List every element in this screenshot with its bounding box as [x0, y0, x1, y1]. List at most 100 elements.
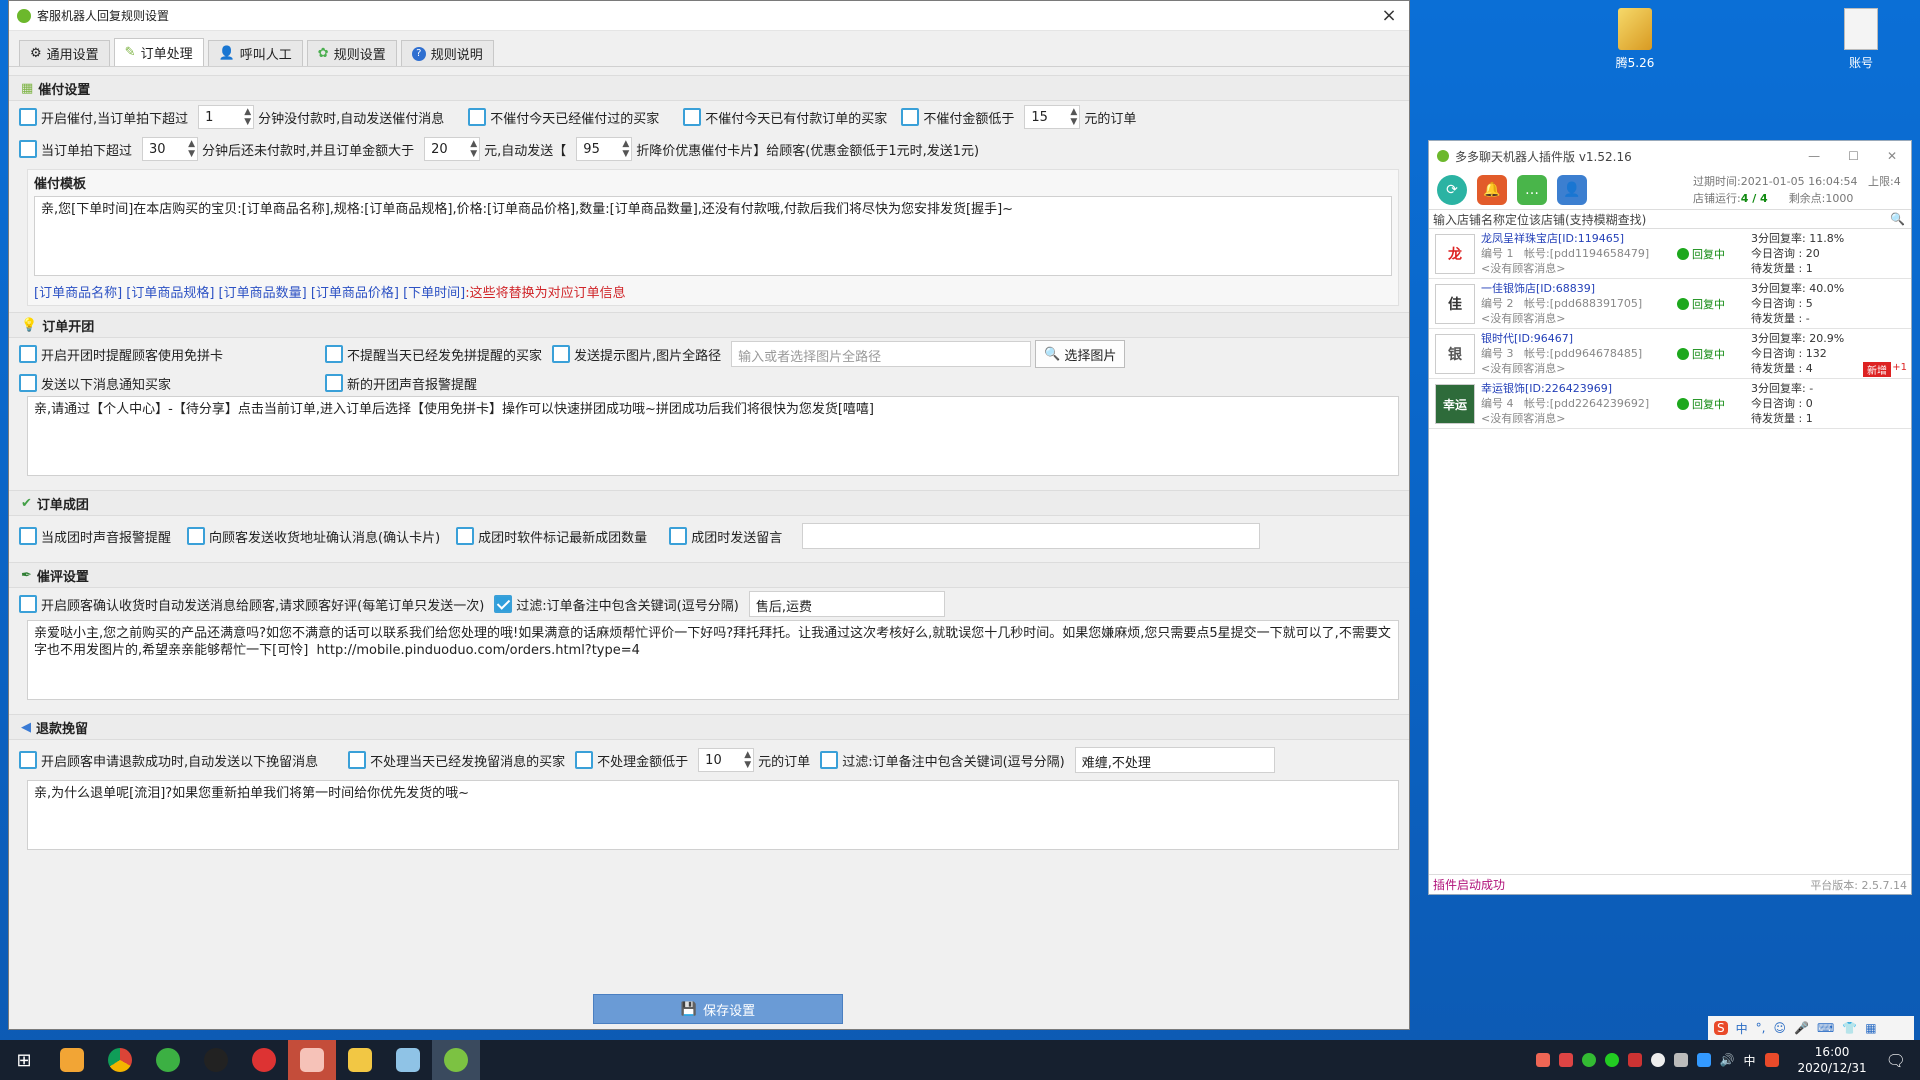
- close-button[interactable]: ×: [1369, 5, 1409, 26]
- checkbox-skip-paid-today[interactable]: [683, 108, 702, 126]
- skin-icon[interactable]: 👕: [1842, 1021, 1857, 1035]
- checkbox-review-request[interactable]: [19, 595, 37, 613]
- tab-help[interactable]: ? 规则说明: [400, 40, 494, 66]
- group-open-message-textarea[interactable]: 亲,请通过【个人中心】-【待分享】点击当前订单,进入订单后选择【使用免拼卡】操作…: [27, 396, 1399, 476]
- shop-search-input[interactable]: 输入店铺名称定位该店铺(支持模糊查找) 🔍: [1429, 209, 1911, 229]
- volume-icon[interactable]: 🔊: [1720, 1053, 1735, 1067]
- checkbox-skip-reminded-today[interactable]: [468, 108, 487, 126]
- taskbar-app[interactable]: [240, 1040, 288, 1080]
- punctuation-icon[interactable]: °,: [1756, 1021, 1766, 1035]
- taskbar-app[interactable]: [384, 1040, 432, 1080]
- search-icon[interactable]: 🔍: [1890, 212, 1905, 226]
- sogou-icon[interactable]: [1764, 1053, 1779, 1067]
- taskbar-app[interactable]: [288, 1040, 336, 1080]
- stepper-arrows-icon[interactable]: ▲ ▼: [744, 750, 751, 770]
- low-amount-stepper[interactable]: 15 ▲ ▼: [1024, 105, 1081, 129]
- taskbar-app[interactable]: [48, 1040, 96, 1080]
- shop-name[interactable]: 银时代[ID:96467]: [1481, 331, 1677, 346]
- desktop-icon-document[interactable]: 账号: [1826, 8, 1896, 71]
- checkbox-enable-pay-reminder[interactable]: [19, 108, 37, 126]
- tab-orders[interactable]: ✎ 订单处理: [113, 38, 204, 66]
- choose-image-button[interactable]: 🔍 选择图片: [1035, 340, 1126, 368]
- tab-general[interactable]: ⚙ 通用设置: [19, 40, 110, 66]
- tray-app-icon[interactable]: [1558, 1053, 1573, 1067]
- checkbox-group-sound[interactable]: [19, 527, 37, 545]
- user-icon[interactable]: 👤: [1557, 175, 1587, 205]
- variable-links[interactable]: [订单商品名称] [订单商品规格] [订单商品数量] [订单商品价格] [下单时…: [34, 286, 465, 301]
- shop-row[interactable]: 幸运 幸运银饰[ID:226423969] 编号 4 帐号:[pdd2264239…: [1429, 379, 1911, 429]
- tab-call-human[interactable]: 👤 呼叫人工: [207, 40, 303, 66]
- checkbox-skip-low-amount[interactable]: [901, 108, 920, 126]
- shop-row[interactable]: 佳 一佳银饰店[ID:68839] 编号 2 帐号:[pdd688391705] <…: [1429, 279, 1911, 329]
- tray-app-icon[interactable]: [1535, 1053, 1550, 1067]
- checkbox-refund-keyword-filter[interactable]: [820, 751, 839, 769]
- review-message-textarea[interactable]: 亲爱哒小主,您之前购买的产品还满意吗?如您不满意的话可以联系我们给您处理的哦!如…: [27, 620, 1399, 700]
- checkbox-skip-free-card-today[interactable]: [325, 345, 343, 363]
- stepper-arrows-icon[interactable]: ▲ ▼: [1070, 107, 1077, 127]
- checkbox-mark-group-count[interactable]: [456, 527, 475, 545]
- stepper-arrows-icon[interactable]: ▲ ▼: [470, 139, 477, 159]
- sogou-icon[interactable]: S: [1714, 1021, 1728, 1035]
- stepper-arrows-icon[interactable]: ▲ ▼: [622, 139, 629, 159]
- refund-amount-stepper[interactable]: 10 ▲ ▼: [698, 748, 755, 772]
- tray-app-icon[interactable]: [1696, 1053, 1711, 1067]
- checkbox-discount-card[interactable]: [19, 140, 37, 158]
- discount-amount-stepper[interactable]: 20 ▲ ▼: [424, 137, 481, 161]
- language-indicator[interactable]: 中: [1744, 1052, 1756, 1069]
- shop-row[interactable]: 龙 龙凤呈祥珠宝店[ID:119465] 编号 1 帐号:[pdd11946584…: [1429, 229, 1911, 279]
- discount-minutes-stepper[interactable]: 30 ▲ ▼: [142, 137, 199, 161]
- pay-template-textarea[interactable]: 亲,您[下单时间]在本店购买的宝贝:[订单商品名称],规格:[订单商品规格],价…: [34, 196, 1392, 276]
- close-icon[interactable]: ✕: [1887, 149, 1897, 163]
- clock[interactable]: 16:00 2020/12/31: [1798, 1044, 1867, 1076]
- stepper-arrows-icon[interactable]: ▲ ▼: [188, 139, 195, 159]
- taskbar-app[interactable]: [144, 1040, 192, 1080]
- minimize-icon[interactable]: —: [1808, 149, 1820, 163]
- checkbox-notify-buyer[interactable]: [19, 374, 37, 392]
- start-button[interactable]: ⊞: [0, 1040, 48, 1080]
- tab-content: ▦ 催付设置 开启催付,当订单拍下超过 1 ▲ ▼ 分钟没付款时,自动发送催付消息 不…: [9, 67, 1409, 852]
- maximize-icon[interactable]: ☐: [1848, 149, 1859, 163]
- refund-message-textarea[interactable]: 亲,为什么退单呢[流泪]?如果您重新拍单我们将第一时间给你优先发货的哦~: [27, 780, 1399, 850]
- shop-name[interactable]: 一佳银饰店[ID:68839]: [1481, 281, 1677, 296]
- refund-keywords-input[interactable]: 难缠,不处理: [1074, 747, 1275, 773]
- wechat-icon[interactable]: [1604, 1053, 1619, 1067]
- shop-name[interactable]: 龙凤呈祥珠宝店[ID:119465]: [1481, 231, 1677, 246]
- checkbox-group-leave-message[interactable]: [669, 527, 688, 545]
- taskbar-app[interactable]: [432, 1040, 480, 1080]
- image-path-input[interactable]: 输入或者选择图片全路径: [731, 341, 1032, 367]
- grid-icon[interactable]: ▦: [1865, 1021, 1876, 1035]
- checkbox-skip-retained-today[interactable]: [348, 751, 367, 769]
- tab-rules[interactable]: ✿ 规则设置: [306, 40, 397, 66]
- shop-name[interactable]: 幸运银饰[ID:226423969]: [1481, 381, 1677, 396]
- checkbox-review-keyword-filter[interactable]: [494, 595, 513, 613]
- review-keywords-input[interactable]: 售后,运费: [748, 591, 945, 617]
- checkbox-send-image[interactable]: [552, 345, 571, 363]
- taskbar-app[interactable]: [192, 1040, 240, 1080]
- alarm-icon[interactable]: 🔔: [1477, 175, 1507, 205]
- tray-app-icon[interactable]: [1581, 1053, 1596, 1067]
- checkbox-skip-refund-low-amount[interactable]: [575, 751, 594, 769]
- mic-icon[interactable]: 🎤: [1794, 1021, 1809, 1035]
- taskbar-app[interactable]: [96, 1040, 144, 1080]
- checkbox-address-confirm[interactable]: [187, 527, 206, 545]
- network-icon[interactable]: [1673, 1053, 1688, 1067]
- pay-reminder-minutes-stepper[interactable]: 1 ▲ ▼: [198, 105, 255, 129]
- discount-rate-stepper[interactable]: 95 ▲ ▼: [576, 137, 633, 161]
- qq-icon[interactable]: [1650, 1053, 1665, 1067]
- tray-app-icon[interactable]: [1627, 1053, 1642, 1067]
- emoji-icon[interactable]: ☺: [1773, 1021, 1786, 1035]
- chat-icon[interactable]: …: [1517, 175, 1547, 205]
- ime-mode[interactable]: 中: [1736, 1020, 1748, 1037]
- desktop-icon-folder[interactable]: 腾5.26: [1600, 8, 1670, 71]
- keyboard-icon[interactable]: ⌨: [1817, 1021, 1834, 1035]
- taskbar-app[interactable]: [336, 1040, 384, 1080]
- notification-icon[interactable]: 🗨: [1886, 1051, 1906, 1070]
- checkbox-refund-retention[interactable]: [19, 751, 37, 769]
- stepper-arrows-icon[interactable]: ▲ ▼: [244, 107, 251, 127]
- refresh-icon[interactable]: ⟳: [1437, 175, 1467, 205]
- checkbox-free-card-reminder[interactable]: [19, 345, 37, 363]
- group-done-message-input[interactable]: [802, 523, 1261, 549]
- checkbox-new-group-sound[interactable]: [325, 374, 343, 392]
- shop-row[interactable]: 银 银时代[ID:96467] 编号 3 帐号:[pdd964678485] <没有…: [1429, 329, 1911, 379]
- save-settings-button[interactable]: 💾 保存设置: [593, 994, 843, 1024]
